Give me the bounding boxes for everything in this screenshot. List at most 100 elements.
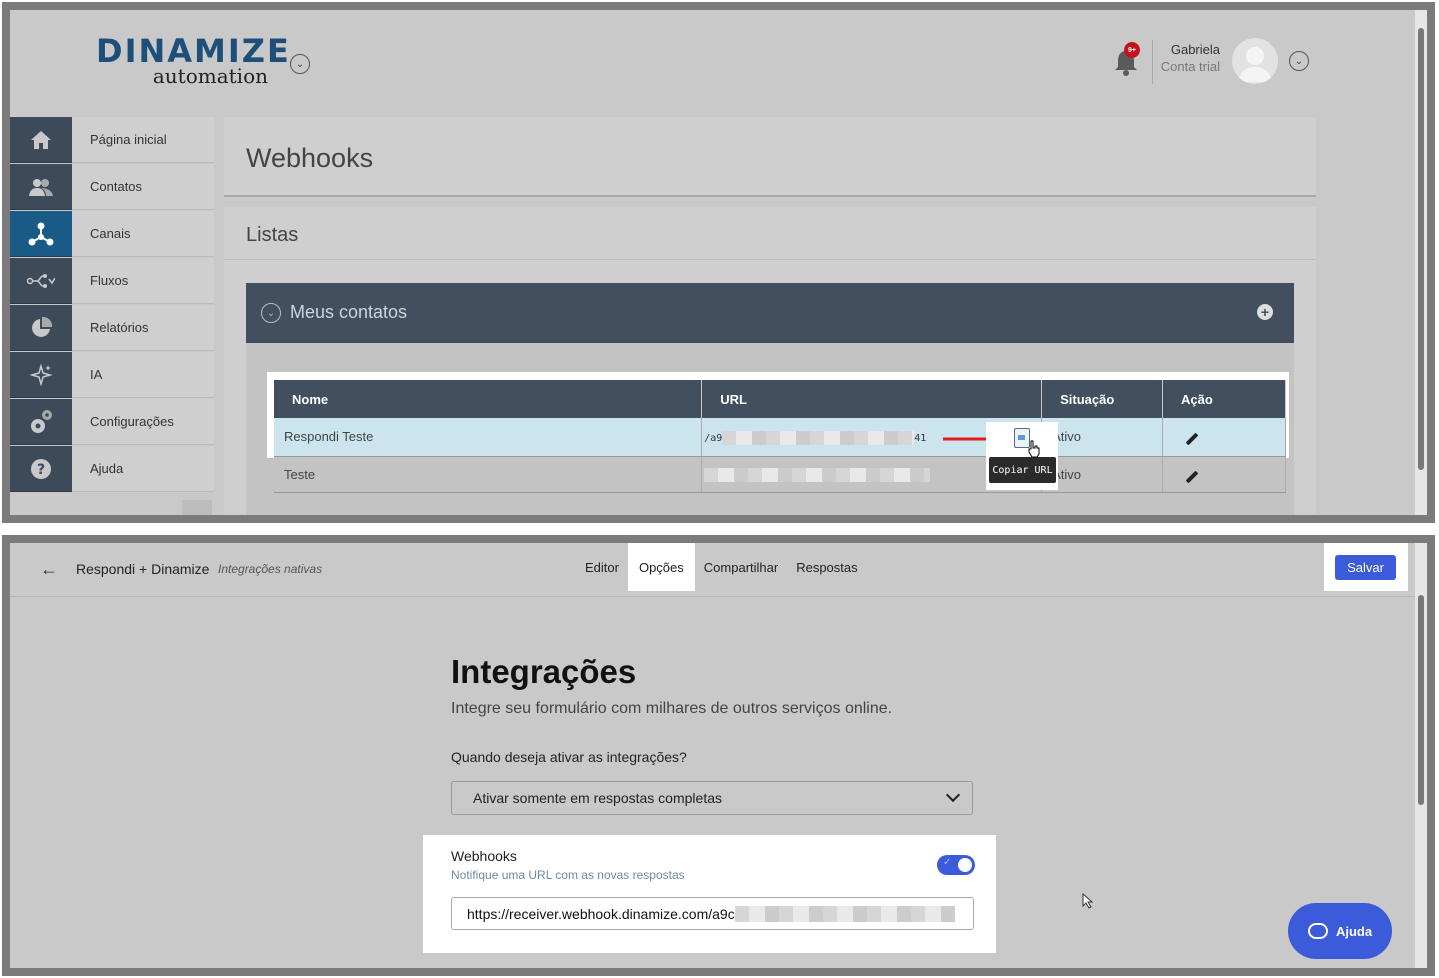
edit-pencil-icon[interactable]: [1185, 470, 1199, 483]
home-icon: [10, 117, 72, 163]
column-header-action: Ação: [1162, 380, 1286, 418]
row-name: Teste: [274, 456, 703, 493]
svg-text:?: ?: [37, 462, 45, 478]
form-title: Respondi + Dinamize: [76, 561, 210, 577]
activation-question: Quando deseja ativar as integrações?: [451, 749, 687, 765]
dinamize-header: DINAMIZE automation ⌄ 9+ Gabriela Conta …: [10, 10, 1427, 115]
settings-icon: [10, 399, 72, 445]
dinamize-window: DINAMIZE automation ⌄ 9+ Gabriela Conta …: [2, 2, 1435, 523]
tab-editor[interactable]: Editor: [576, 543, 628, 591]
chevron-down-icon: [945, 787, 961, 803]
collapse-chevron-icon[interactable]: ⌄: [261, 303, 281, 323]
logo-menu-chevron-icon[interactable]: ⌄: [290, 54, 310, 74]
row-name: Respondi Teste: [274, 418, 703, 457]
chat-bubble-icon: [1307, 923, 1328, 939]
channels-icon: [10, 211, 72, 257]
help-icon: ?: [10, 446, 72, 492]
column-header-status[interactable]: Situação: [1041, 380, 1164, 418]
user-info[interactable]: Gabriela Conta trial: [1160, 42, 1220, 74]
webhook-url-value: https://receiver.webhook.dinamize.com/a9…: [467, 905, 735, 922]
sidebar-item-reports[interactable]: Relatórios: [10, 305, 214, 351]
add-icon[interactable]: +: [1257, 304, 1273, 320]
column-header-name[interactable]: Nome: [274, 380, 703, 418]
scrollbar-thumb[interactable]: [1418, 595, 1424, 805]
sidebar-item-settings[interactable]: Configurações: [10, 399, 214, 445]
respondi-window: ← Respondi + Dinamize Integrações nativa…: [2, 535, 1435, 976]
tab-options[interactable]: Opções: [627, 543, 695, 591]
contacts-icon: [10, 164, 72, 210]
hand-cursor-icon: [1028, 440, 1040, 458]
webhooks-subtitle: Notifique uma URL com as novas respostas: [451, 868, 685, 882]
respondi-topbar: ← Respondi + Dinamize Integrações nativa…: [10, 543, 1415, 597]
mouse-pointer-icon: [1082, 893, 1094, 909]
webhooks-table: Nome URL Situação Ação Respondi Teste /a…: [274, 380, 1286, 493]
user-menu-chevron-icon[interactable]: ⌄: [1289, 51, 1309, 71]
dinamize-logo[interactable]: DINAMIZE automation: [96, 32, 291, 86]
sidebar-item-help[interactable]: ? Ajuda: [10, 446, 214, 492]
edit-pencil-icon[interactable]: [1185, 432, 1199, 446]
avatar[interactable]: [1232, 38, 1278, 84]
sidebar-item-label: Canais: [72, 211, 214, 257]
column-header-url[interactable]: URL: [701, 380, 1043, 418]
flows-icon: [10, 258, 72, 304]
sidebar-item-channels[interactable]: Canais: [10, 211, 214, 257]
user-silhouette-icon: [1238, 47, 1272, 82]
table-row[interactable]: Respondi Teste /a9 41 Ativo: [274, 418, 1286, 457]
sidebar-item-label: Relatórios: [72, 305, 214, 351]
sidebar: Página inicial Contatos Canais Fluxos Re…: [10, 117, 214, 497]
user-plan: Conta trial: [1160, 59, 1220, 74]
tab-share[interactable]: Compartilhar: [695, 543, 787, 591]
notification-badge: 9+: [1124, 42, 1140, 58]
user-name: Gabriela: [1170, 42, 1220, 57]
tab-bar: Editor Opções Compartilhar Respostas: [576, 543, 867, 597]
url-redacted: [704, 467, 931, 482]
divider: [224, 259, 1316, 260]
group-header[interactable]: ⌄ Meus contatos +: [246, 283, 1294, 343]
webhooks-toggle[interactable]: ✓: [937, 855, 975, 875]
sidebar-item-contacts[interactable]: Contatos: [10, 164, 214, 210]
row-status: Ativo: [1041, 456, 1164, 493]
sidebar-item-label: Ajuda: [72, 446, 214, 492]
page-description: Integre seu formulário com milhares de o…: [451, 700, 893, 717]
form-subtitle: Integrações nativas: [218, 562, 323, 576]
help-label: Ajuda: [1335, 923, 1373, 939]
check-icon: ✓: [943, 857, 952, 868]
sidebar-item-label: Contatos: [72, 164, 214, 210]
sidebar-item-label: IA: [72, 352, 214, 398]
webhook-url-input[interactable]: https://receiver.webhook.dinamize.com/a9…: [451, 897, 974, 930]
sidebar-item-ai[interactable]: IA: [10, 352, 214, 398]
sidebar-item-home[interactable]: Página inicial: [10, 117, 214, 163]
logo-top-text: DINAMIZE: [96, 32, 291, 70]
copy-url-tooltip: Copiar URL: [989, 457, 1056, 483]
activation-select[interactable]: Ativar somente em respostas completas: [451, 781, 973, 815]
save-button[interactable]: Salvar: [1335, 555, 1396, 580]
sidebar-item-flows[interactable]: Fluxos: [10, 258, 214, 304]
webhooks-title: Webhooks: [451, 848, 517, 864]
select-value: Ativar somente em respostas completas: [473, 790, 722, 806]
header-divider: [1152, 40, 1153, 84]
tab-responses[interactable]: Respostas: [787, 543, 866, 591]
help-chat-button[interactable]: Ajuda: [1288, 903, 1392, 959]
page-scrollbar[interactable]: [1415, 10, 1427, 515]
sidebar-item-label: Fluxos: [72, 258, 214, 304]
row-action: [1162, 418, 1286, 457]
ai-icon: [10, 352, 72, 398]
row-status: Ativo: [1041, 418, 1164, 457]
url-redacted: [734, 905, 955, 922]
scrollbar-thumb[interactable]: [1418, 28, 1424, 470]
url-start: /a9: [704, 432, 723, 444]
page-title-card: Webhooks: [224, 117, 1316, 197]
url-end: 41: [914, 432, 927, 444]
back-arrow-icon[interactable]: ←: [40, 559, 58, 580]
section-title: Listas: [246, 224, 299, 246]
url-redacted: [722, 430, 915, 445]
table-row[interactable]: Teste Ativo: [274, 456, 1286, 493]
reports-icon: [10, 305, 72, 351]
sidebar-item-label: Página inicial: [72, 117, 214, 163]
page-scrollbar[interactable]: [1415, 543, 1427, 968]
sidebar-item-label: Configurações: [72, 399, 214, 445]
sidebar-collapse-handle[interactable]: [182, 500, 212, 515]
page-heading: Integrações: [451, 653, 637, 690]
row-action: [1162, 456, 1286, 493]
page-title: Webhooks: [246, 143, 374, 173]
